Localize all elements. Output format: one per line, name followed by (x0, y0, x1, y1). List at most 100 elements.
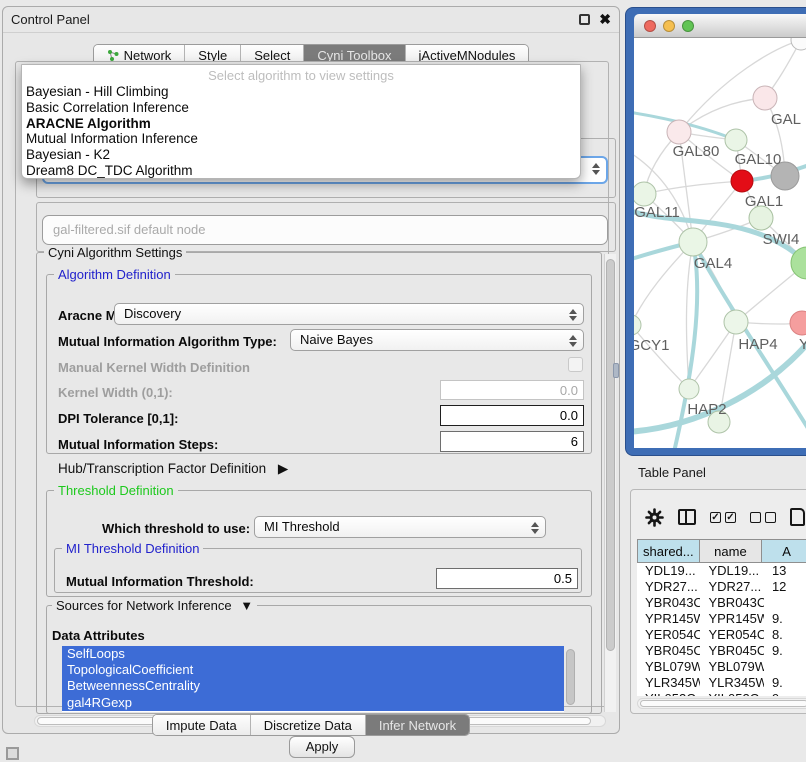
network-view-window: GALGAL80GAL10GAL1GAL11SWI4GAL4GCY1HAP4YH… (625, 7, 806, 456)
bottom-tab-bar: Impute DataDiscretize DataInfer Network (3, 714, 619, 736)
float-window-icon[interactable] (579, 14, 590, 25)
data-attribute-item[interactable]: gal4RGexp (62, 695, 564, 711)
table-cell: YPR145W (637, 611, 700, 627)
network-node-gal10[interactable] (725, 129, 747, 151)
network-node-gal1[interactable] (731, 170, 753, 192)
bottom-tab-discretize-data[interactable]: Discretize Data (250, 715, 365, 735)
aracne-mode-value: Discovery (124, 306, 181, 321)
network-node-label: GAL (771, 111, 801, 128)
sources-group-toggle[interactable]: Sources for Network Inference ▼ (52, 599, 257, 612)
table-row[interactable]: YPR145WYPR145W9. (637, 611, 806, 627)
table-row[interactable]: YBL079WYBL079W (637, 659, 806, 675)
mac-zoom-icon[interactable] (682, 20, 694, 32)
network-node-label: GCY1 (634, 337, 669, 354)
unselect-all-columns-icon[interactable] (750, 512, 776, 523)
network-node[interactable] (791, 38, 806, 50)
apply-button[interactable]: Apply (289, 736, 355, 758)
column-header-a[interactable]: A (762, 539, 806, 563)
column-header-name[interactable]: name (700, 539, 763, 563)
algorithm-definition-title: Algorithm Definition (54, 268, 175, 281)
algorithm-option-dream8-dc-tdc-algorithm[interactable]: Dream8 DC_TDC Algorithm (22, 163, 580, 179)
table-cell: 13 (764, 563, 806, 579)
table-cell: YBL079W (700, 659, 763, 675)
network-node-y[interactable] (790, 311, 806, 335)
manual-kernel-checkbox[interactable] (568, 357, 583, 372)
table-cell: YER054C (637, 627, 700, 643)
network-canvas[interactable]: GALGAL80GAL10GAL1GAL11SWI4GAL4GCY1HAP4YH… (634, 38, 806, 448)
network-window-titlebar[interactable] (634, 14, 806, 38)
settings-vertical-scrollbar-thumb[interactable] (606, 259, 615, 651)
bottom-tab-infer-network[interactable]: Infer Network (365, 715, 469, 735)
algorithm-popup: Select algorithm to view settings Bayesi… (21, 64, 581, 179)
table-horizontal-scrollbar-thumb[interactable] (640, 700, 806, 707)
close-icon[interactable]: ✖ (599, 14, 611, 25)
network-node-gal4[interactable] (679, 228, 707, 256)
which-threshold-label: Which threshold to use: (102, 521, 250, 536)
data-attribute-item[interactable]: BetweennessCentrality (62, 678, 564, 694)
window-title: Control Panel (11, 12, 90, 27)
network-node-gal[interactable] (753, 86, 777, 110)
table-row[interactable]: YIL052CYIL052C9 (637, 691, 806, 696)
network-node-gcy1[interactable] (634, 315, 641, 335)
hub-section-toggle[interactable]: Hub/Transcription Factor Definition ▶ (58, 461, 288, 477)
algorithm-option-aracne-algorithm[interactable]: ARACNE Algorithm (22, 116, 580, 132)
network-node-hap2[interactable] (679, 379, 699, 399)
data-attributes-list[interactable]: SelfLoopsTopologicalCoefficientBetweenne… (62, 646, 564, 712)
settings-vertical-scrollbar[interactable] (604, 254, 616, 712)
data-attribute-item[interactable]: TopologicalCoefficient (62, 662, 564, 678)
mi-threshold-field[interactable] (436, 568, 578, 589)
export-table-icon[interactable] (790, 508, 805, 526)
network-node-gal80[interactable] (667, 120, 691, 144)
table-row[interactable]: YBR043CYBR043C (637, 595, 806, 611)
collapsed-panel-icon[interactable] (6, 747, 19, 760)
aracne-mode-combo[interactable]: Discovery (114, 303, 584, 325)
table-row[interactable]: YDL19...YDL19...13 (637, 563, 806, 579)
data-attribute-item[interactable]: SelfLoops (62, 646, 564, 662)
network-graph[interactable]: GALGAL80GAL10GAL1GAL11SWI4GAL4GCY1HAP4YH… (634, 38, 806, 448)
gear-icon[interactable] (645, 508, 664, 527)
table-cell: YBR045C (700, 643, 763, 659)
network-node-gal11[interactable] (634, 182, 656, 206)
table-horizontal-scrollbar[interactable] (637, 698, 806, 709)
column-header-shared-[interactable]: shared... (637, 539, 700, 563)
network-node-hap4[interactable] (724, 310, 748, 334)
table-cell: YBR045C (637, 643, 700, 659)
network-edge (644, 181, 742, 194)
dpi-tolerance-field[interactable] (440, 405, 584, 426)
checked-box-icon: ✓ (710, 512, 721, 523)
network-node-label: HAP2 (687, 401, 726, 418)
table-cell: 9. (764, 675, 806, 691)
table-row[interactable]: YLR345WYLR345W9. (637, 675, 806, 691)
table-cell: YDR27... (700, 579, 763, 595)
mi-threshold-group-title: MI Threshold Definition (62, 542, 203, 555)
table-cell: 9 (764, 691, 806, 696)
mi-type-combo[interactable]: Naive Bayes (290, 329, 584, 351)
table-cell: YLR345W (637, 675, 700, 691)
combo-spinner-icon (569, 308, 576, 322)
which-threshold-combo[interactable]: MI Threshold (254, 516, 546, 538)
table-cell: YDL19... (700, 563, 763, 579)
mac-minimize-icon[interactable] (663, 20, 675, 32)
network-node-label: GAL10 (735, 151, 782, 168)
table-row[interactable]: YDR27...YDR27...12 (637, 579, 806, 595)
table-selector-combo[interactable]: gal-filtered.sif default node (42, 215, 608, 245)
algorithm-option-mutual-information-inference[interactable]: Mutual Information Inference (22, 131, 580, 147)
kernel-width-field[interactable] (440, 380, 584, 400)
algorithm-option-basic-correlation-inference[interactable]: Basic Correlation Inference (22, 100, 580, 116)
table-row[interactable]: YBR045CYBR045C9. (637, 643, 806, 659)
select-all-columns-icon[interactable]: ✓ ✓ (710, 512, 736, 523)
mi-type-value: Naive Bayes (300, 332, 373, 347)
mi-steps-field[interactable] (440, 431, 584, 452)
table-cell: YER054C (700, 627, 763, 643)
attributes-scrollbar-thumb[interactable] (566, 649, 575, 705)
pane-splitter-grip[interactable] (613, 363, 619, 378)
bottom-tab-impute-data[interactable]: Impute Data (153, 715, 250, 735)
table-panel: ✓ ✓ shared...nameA YDL19...YDL19...13YDR… (630, 489, 806, 714)
show-columns-icon[interactable] (678, 509, 696, 525)
table-row[interactable]: YER054CYER054C8. (637, 627, 806, 643)
algorithm-option-bayesian-hill-climbing[interactable]: Bayesian - Hill Climbing (22, 84, 580, 100)
table-cell: YPR145W (700, 611, 763, 627)
network-node-label: GAL80 (673, 143, 720, 160)
mac-close-icon[interactable] (644, 20, 656, 32)
algorithm-option-bayesian-k2[interactable]: Bayesian - K2 (22, 147, 580, 163)
